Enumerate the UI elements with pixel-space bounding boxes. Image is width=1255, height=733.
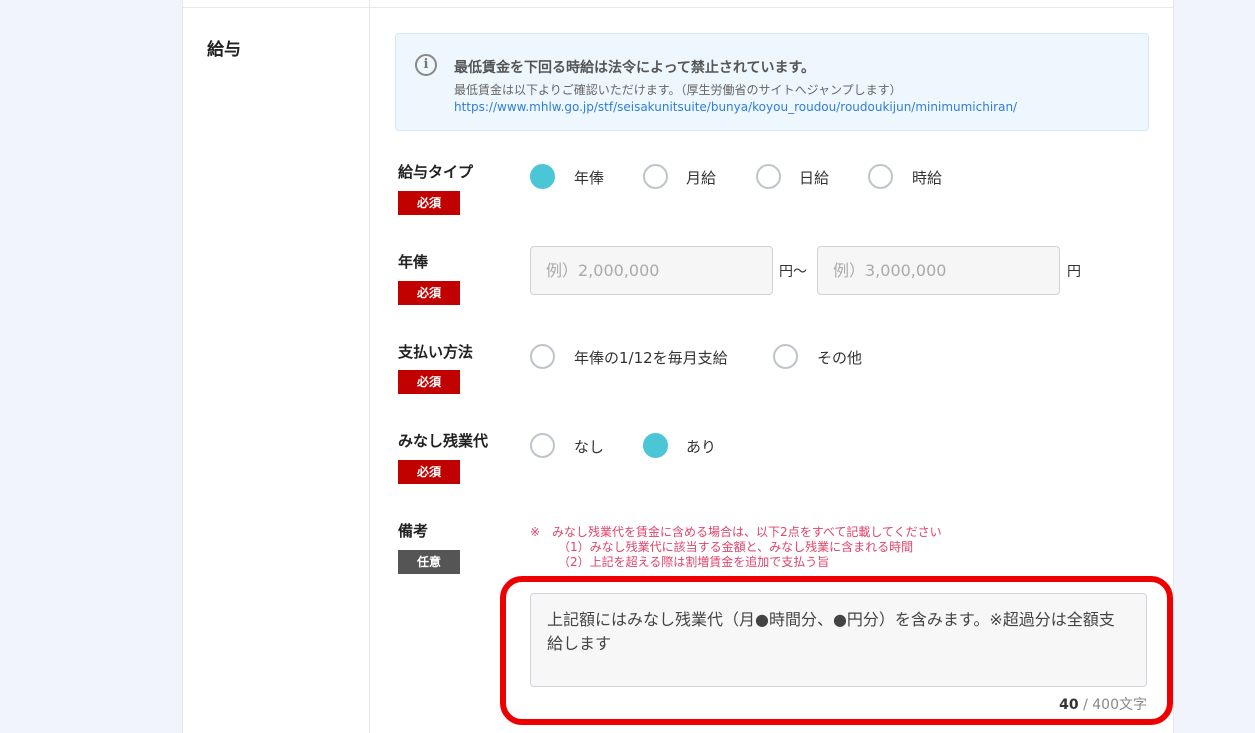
salary-form-card: 給与 i 最低賃金を下回る時給は法令によって禁止されています。 最低賃金は以下よ… xyxy=(182,0,1174,733)
notice-title: 最低賃金を下回る時給は法令によって禁止されています。 xyxy=(454,60,816,76)
remarks-note-line: （2）上記を超える際は割増賃金を追加で支払う旨 xyxy=(558,555,830,569)
character-limit: 400文字 xyxy=(1092,697,1147,713)
remarks-note: ※ みなし残業代を賃金に含める場合は、以下2点をすべて記載してください （1）み… xyxy=(530,525,942,573)
radio-overtime-none[interactable] xyxy=(530,433,555,458)
radio-overtime-yes-label: あり xyxy=(686,438,717,456)
radio-annual-label: 年俸 xyxy=(574,169,605,187)
radio-annual[interactable] xyxy=(530,164,555,189)
radio-monthly[interactable] xyxy=(643,164,668,189)
unit-yen-range: 円〜 xyxy=(779,264,807,280)
counter-separator: / xyxy=(1083,697,1088,713)
annual-salary-min-input[interactable] xyxy=(530,246,773,295)
section-label: 給与 xyxy=(207,40,241,60)
radio-monthly-label: 月給 xyxy=(686,169,717,187)
required-badge: 必須 xyxy=(398,370,460,394)
character-count: 40 xyxy=(1059,697,1079,713)
minimum-wage-notice: i 最低賃金を下回る時給は法令によって禁止されています。 最低賃金は以下よりご確… xyxy=(395,33,1149,131)
salary-type-label: 給与タイプ xyxy=(398,163,474,181)
radio-daily[interactable] xyxy=(756,164,781,189)
radio-overtime-yes[interactable] xyxy=(643,433,668,458)
deemed-overtime-label: みなし残業代 xyxy=(398,432,489,450)
required-badge: 必須 xyxy=(398,281,460,305)
payment-method-label: 支払い方法 xyxy=(398,343,474,361)
remarks-label: 備考 xyxy=(398,522,429,540)
remarks-note-line: （1）みなし残業代に該当する金額と、みなし残業に含まれる時間 xyxy=(558,540,914,554)
radio-daily-label: 日給 xyxy=(799,169,830,187)
radio-payment-other-label: その他 xyxy=(817,349,863,367)
unit-yen: 円 xyxy=(1067,264,1081,280)
annual-salary-label: 年俸 xyxy=(398,253,429,271)
annual-salary-max-input[interactable] xyxy=(817,246,1060,295)
remarks-note-line: ※ みなし残業代を賃金に含める場合は、以下2点をすべて記載してください xyxy=(530,525,942,539)
radio-monthly-installment[interactable] xyxy=(530,344,555,369)
required-badge: 必須 xyxy=(398,460,460,484)
notice-subtitle: 最低賃金は以下よりご確認いただけます。（厚生労働省のサイトへジャンプします） xyxy=(454,83,902,97)
top-divider xyxy=(183,7,1173,8)
character-counter: 40 / 400文字 xyxy=(1023,694,1147,714)
radio-hourly-label: 時給 xyxy=(912,169,943,187)
optional-badge: 任意 xyxy=(398,550,460,574)
radio-monthly-installment-label: 年俸の1/12を毎月支給 xyxy=(574,349,728,367)
radio-overtime-none-label: なし xyxy=(574,438,605,456)
radio-hourly[interactable] xyxy=(868,164,893,189)
info-icon: i xyxy=(415,54,437,76)
required-badge: 必須 xyxy=(398,191,460,215)
remarks-textarea[interactable]: 上記額にはみなし残業代（月●時間分、●円分）を含みます。※超過分は全額支給します xyxy=(530,593,1147,687)
column-divider xyxy=(369,0,370,733)
minimum-wage-link[interactable]: https://www.mhlw.go.jp/stf/seisakunitsui… xyxy=(454,100,1017,114)
radio-payment-other[interactable] xyxy=(773,344,798,369)
